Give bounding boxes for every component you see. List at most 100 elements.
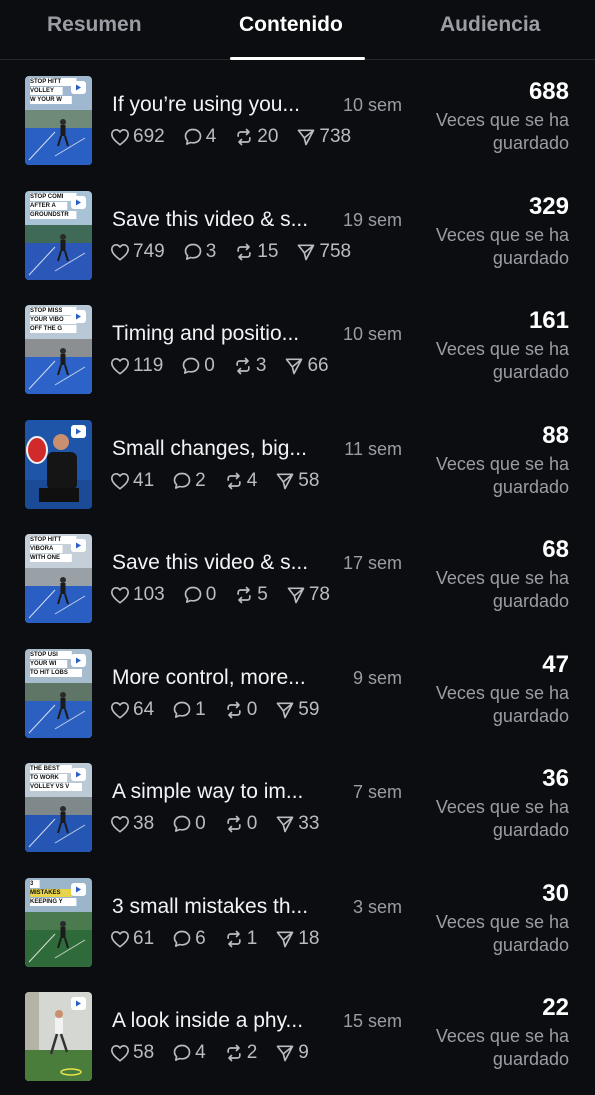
- post-row[interactable]: STOP HITT VOLLEY W YOUR W If you’re using y…: [0, 60, 595, 174]
- post-title-line: A look inside a phy... 15 sem: [112, 1009, 402, 1033]
- post-title: A simple way to im...: [112, 780, 304, 803]
- comments-stat: 2: [172, 470, 206, 492]
- reposts-count: 0: [246, 813, 258, 834]
- share-icon: [284, 356, 307, 376]
- saves-label: Veces que se ha guardado: [435, 339, 569, 382]
- post-row[interactable]: STOP HITT VIBORA WITH ONE Save this video &…: [0, 518, 595, 632]
- play-icon: [71, 883, 86, 896]
- saves-label: Veces que se ha guardado: [435, 911, 569, 955]
- heart-icon: [110, 930, 133, 948]
- comments-count: 0: [204, 355, 215, 376]
- repost-icon: [224, 929, 247, 949]
- tab-resumen[interactable]: Resumen: [47, 13, 142, 37]
- saves-label: Veces que se ha guardado: [435, 682, 569, 726]
- post-age: 15 sem: [342, 1011, 402, 1031]
- saves-count: 161: [528, 307, 569, 334]
- post-title-line: Save this video & s... 17 sem: [112, 551, 402, 575]
- repost-icon: [234, 127, 257, 147]
- repost-icon: [224, 700, 247, 720]
- post-age: 9 sem: [352, 667, 402, 688]
- thumbnail-caption: STOP HITT: [30, 537, 62, 543]
- shares-count: 758: [319, 240, 352, 262]
- post-title: Small changes, big...: [112, 436, 307, 460]
- comment-icon: [172, 700, 195, 720]
- post-title-line: Save this video & s... 19 sem: [112, 208, 402, 232]
- likes-stat: 64: [110, 699, 154, 721]
- heart-icon: [110, 128, 133, 146]
- likes-stat: 103: [110, 584, 165, 606]
- post-age: 10 sem: [342, 95, 402, 115]
- post-title: Save this video & s...: [112, 207, 309, 231]
- post-row[interactable]: THE BEST TO WORK VOLLEY VS V A simple way t…: [0, 747, 595, 861]
- thumbnail-caption: W YOUR W: [30, 97, 62, 103]
- saves-label: Veces que se ha guardado: [435, 568, 569, 611]
- comment-icon: [172, 471, 195, 491]
- post-title-line: Small changes, big... 11 sem: [112, 437, 402, 461]
- thumbnail-caption: VIBORA: [30, 546, 54, 552]
- post-row[interactable]: A look inside a phy... 15 sem 58 4 2 9 22 Veces…: [0, 976, 595, 1090]
- saves-block: 688 Veces que se ha guardado: [409, 78, 569, 155]
- shares-stat: 58: [275, 470, 319, 492]
- comment-icon: [181, 356, 204, 376]
- post-title: More control, more...: [112, 665, 306, 689]
- likes-count: 692: [133, 126, 165, 147]
- post-age: 7 sem: [352, 782, 402, 802]
- share-icon: [296, 127, 319, 147]
- reposts-stat: 15: [234, 241, 278, 263]
- reposts-count: 1: [246, 927, 258, 949]
- shares-count: 33: [298, 813, 320, 834]
- saves-block: 88 Veces que se ha guardado: [409, 422, 569, 499]
- post-title: Save this video & s...: [112, 551, 309, 574]
- comments-stat: 6: [172, 928, 206, 950]
- saves-block: 68 Veces que se ha guardado: [409, 536, 569, 613]
- comments-count: 6: [195, 927, 206, 949]
- post-stats: 103 0 5 78: [110, 584, 348, 606]
- post-row[interactable]: Small changes, big... 11 sem 41 2 4 58 88 Veces…: [0, 404, 595, 518]
- tab-contenido[interactable]: Contenido: [239, 13, 343, 37]
- saves-count: 47: [542, 650, 569, 678]
- comments-stat: 0: [183, 584, 216, 606]
- post-title: 3 small mistakes th...: [112, 894, 309, 918]
- comments-stat: 4: [183, 126, 216, 148]
- likes-stat: 692: [110, 126, 165, 148]
- post-row[interactable]: STOP MISS YOUR VIBO OFF THE G Timing and po…: [0, 289, 595, 403]
- post-title-line: Timing and positio... 10 sem: [112, 322, 402, 346]
- thumbnail-caption: STOP COMI: [30, 193, 64, 200]
- likes-count: 119: [133, 355, 164, 376]
- reposts-count: 15: [257, 240, 279, 262]
- shares-count: 18: [298, 927, 320, 949]
- tab-audiencia[interactable]: Audiencia: [440, 13, 540, 37]
- reposts-stat: 20: [234, 126, 278, 148]
- thumbnail-caption: OFF THE G: [30, 326, 62, 332]
- post-row[interactable]: STOP USI YOUR WI TO HIT LOBS More control, …: [0, 633, 595, 747]
- post-title: If you’re using you...: [112, 93, 300, 116]
- repost-icon: [224, 814, 247, 834]
- saves-label: Veces que se ha guardado: [435, 1026, 569, 1069]
- post-row[interactable]: 3 MISTAKES KEEPING Y 3 small mistakes th...…: [0, 862, 595, 976]
- share-icon: [296, 242, 319, 262]
- thumbnail-caption: THE BEST: [30, 766, 60, 772]
- post-title-line: A simple way to im... 7 sem: [112, 780, 402, 804]
- shares-count: 58: [298, 469, 320, 491]
- reposts-stat: 0: [224, 813, 258, 835]
- saves-count: 30: [542, 879, 569, 907]
- saves-count: 22: [542, 994, 569, 1021]
- repost-icon: [234, 585, 257, 605]
- shares-stat: 18: [275, 928, 319, 950]
- shares-stat: 59: [275, 699, 319, 721]
- play-icon: [71, 196, 86, 209]
- share-icon: [275, 814, 298, 834]
- saves-block: 329 Veces que se ha guardado: [409, 193, 569, 270]
- comments-stat: 0: [181, 355, 215, 377]
- post-row[interactable]: STOP COMI AFTER A GROUNDSTR Save this video…: [0, 175, 595, 289]
- post-stats: 692 4 20 738: [110, 126, 369, 148]
- thumbnail-caption: TO HIT LOBS: [30, 669, 68, 676]
- likes-count: 64: [133, 698, 155, 720]
- share-icon: [275, 700, 298, 720]
- post-title: Timing and positio...: [112, 322, 300, 345]
- likes-count: 38: [133, 813, 155, 834]
- thumbnail-caption: STOP HITT: [30, 79, 62, 85]
- post-title-line: 3 small mistakes th... 3 sem: [112, 895, 402, 919]
- post-age: 10 sem: [342, 324, 402, 344]
- heart-icon: [110, 1044, 133, 1062]
